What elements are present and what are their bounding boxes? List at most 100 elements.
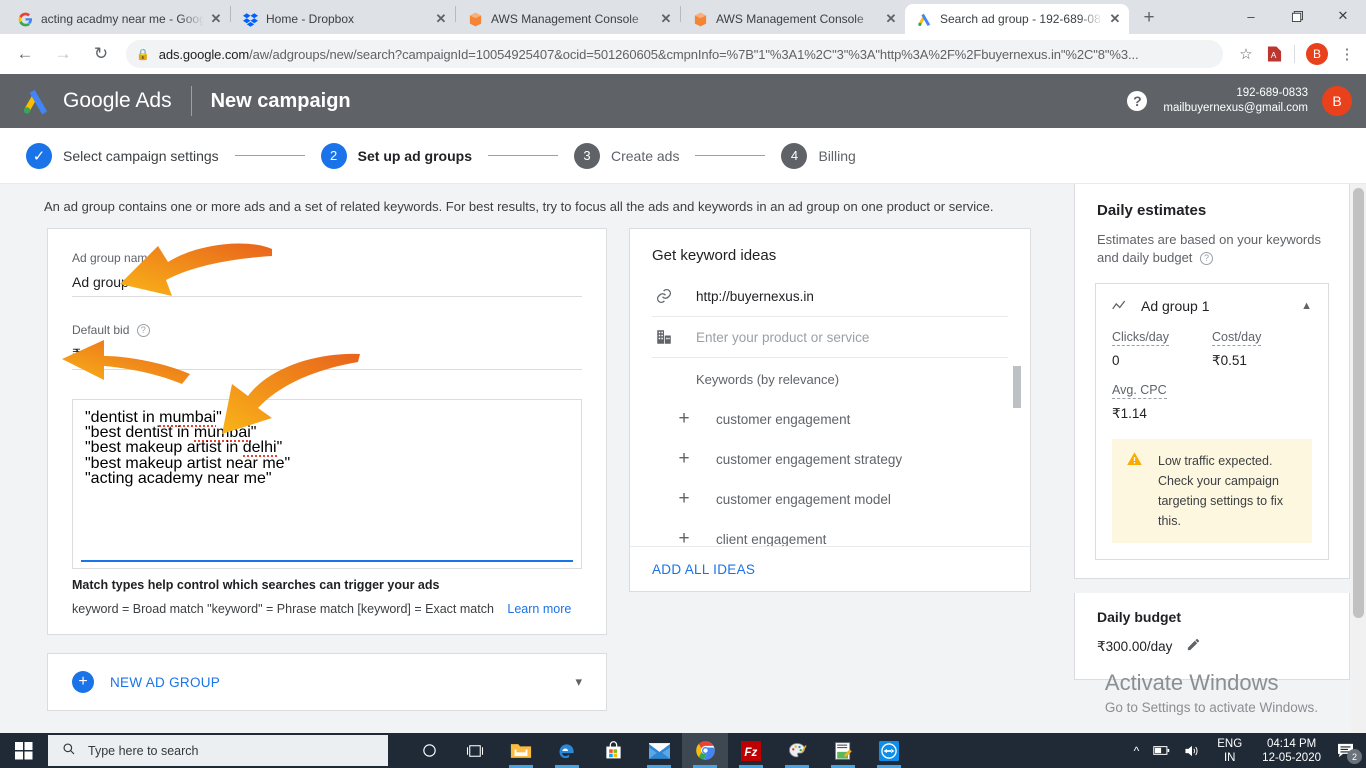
show-hidden-icons-icon[interactable]: ^: [1134, 744, 1140, 758]
windows-taskbar: Type here to search Fz ^ ENG IN 04:14 PM…: [0, 733, 1366, 768]
keyword-line: "dentist in mumbai": [85, 409, 222, 427]
tab-title: Home - Dropbox: [266, 12, 355, 26]
ad-group-name-input[interactable]: Ad group 1: [72, 274, 582, 297]
new-ad-group-button[interactable]: + NEW AD GROUP ▾: [47, 653, 607, 711]
scrollbar-thumb[interactable]: [1353, 188, 1364, 618]
page-scrollbar[interactable]: [1351, 184, 1366, 733]
default-bid-input[interactable]: ₹ 2: [72, 346, 582, 370]
taskbar-icons: Fz: [406, 733, 912, 768]
language-indicator[interactable]: ENG IN: [1217, 737, 1242, 765]
ad-group-name-label: Ad group name: [72, 251, 155, 265]
close-icon[interactable]: ✕: [1107, 11, 1123, 27]
toolbar-separator: [1294, 45, 1295, 63]
plus-icon[interactable]: +: [672, 528, 696, 546]
match-types-description: keyword = Broad match "keyword" = Phrase…: [72, 602, 582, 616]
step-connector: [695, 155, 766, 156]
browser-tab[interactable]: Home - Dropbox ✕: [231, 4, 455, 34]
metric-value: 0: [1112, 353, 1120, 368]
warning-icon: [1126, 451, 1146, 531]
edit-pencil-icon[interactable]: [1186, 637, 1201, 657]
minimize-button[interactable]: –: [1228, 0, 1274, 32]
estimates-group-header[interactable]: Ad group 1 ▲: [1112, 298, 1312, 314]
filezilla-icon[interactable]: Fz: [728, 733, 774, 768]
step-bubble: 3: [573, 142, 600, 169]
tab-title: AWS Management Console: [491, 12, 639, 26]
keyword-ideas-scrollbar[interactable]: [1013, 366, 1021, 409]
browser-tab[interactable]: AWS Management Console ✕: [456, 4, 680, 34]
step-select-campaign-settings[interactable]: ✓ Select campaign settings: [26, 142, 219, 169]
ideas-product-row[interactable]: Enter your product or service: [652, 317, 1008, 359]
list-item[interactable]: + customer engagement: [630, 399, 1030, 439]
maximize-button[interactable]: [1274, 0, 1320, 32]
watermark-line-2: Go to Settings to activate Windows.: [1104, 700, 1318, 715]
notifications-icon[interactable]: 2: [1337, 743, 1362, 764]
close-icon[interactable]: ✕: [883, 11, 899, 27]
page-title: New campaign: [210, 89, 351, 112]
browser-tab[interactable]: AWS Management Console ✕: [681, 4, 905, 34]
chrome-icon[interactable]: [682, 733, 728, 768]
list-item[interactable]: + customer engagement model: [630, 479, 1030, 519]
svg-text:A: A: [1270, 50, 1276, 60]
close-icon[interactable]: ✕: [208, 11, 224, 27]
step-bubble-check-icon: ✓: [26, 142, 52, 169]
plus-icon[interactable]: +: [672, 408, 696, 430]
close-window-button[interactable]: ✕: [1320, 0, 1366, 32]
volume-icon[interactable]: [1184, 744, 1200, 758]
search-input[interactable]: Type here to search: [48, 735, 388, 766]
chevron-down-icon[interactable]: ▾: [575, 674, 582, 690]
learn-more-link[interactable]: Learn more: [507, 602, 571, 616]
list-item[interactable]: + customer engagement strategy: [630, 439, 1030, 479]
profile-avatar[interactable]: B: [1306, 43, 1328, 65]
add-all-ideas-button[interactable]: ADD ALL IDEAS: [652, 562, 755, 577]
estimates-metrics-row-2: Avg. CPC ₹1.14: [1112, 381, 1312, 422]
metric-value: ₹1.14: [1112, 406, 1147, 421]
step-create-ads[interactable]: 3 Create ads: [573, 142, 679, 169]
battery-icon[interactable]: [1153, 745, 1170, 756]
list-item[interactable]: + client engagement: [630, 519, 1030, 546]
keywords-textarea[interactable]: "dentist in mumbai" "best dentist in mum…: [72, 399, 582, 569]
chevron-up-icon[interactable]: ▲: [1301, 300, 1312, 312]
gads-header: Google Ads New campaign ? 192-689-0833 m…: [0, 74, 1366, 128]
mail-icon[interactable]: [636, 733, 682, 768]
avatar[interactable]: B: [1322, 86, 1352, 116]
plus-icon[interactable]: +: [672, 488, 696, 510]
step-label: Billing: [818, 147, 856, 164]
microsoft-store-icon[interactable]: [590, 733, 636, 768]
clock[interactable]: 04:14 PM 12-05-2020: [1262, 737, 1321, 765]
close-icon[interactable]: ✕: [658, 11, 674, 27]
plus-icon[interactable]: +: [672, 448, 696, 470]
teamviewer-icon[interactable]: [866, 733, 912, 768]
ideas-url-row[interactable]: http://buyernexus.in: [652, 276, 1008, 318]
browser-tab-active[interactable]: Search ad group - 192-689-08 ✕: [905, 4, 1129, 34]
pdf-extension-icon[interactable]: A: [1261, 41, 1287, 67]
help-icon[interactable]: ?: [1127, 91, 1148, 111]
daily-budget-card: Daily budget ₹300.00/day: [1074, 593, 1350, 680]
metric-value: ₹0.51: [1212, 353, 1247, 368]
cortana-icon[interactable]: [406, 733, 452, 768]
file-explorer-icon[interactable]: [498, 733, 544, 768]
keyword-line: "best makeup artist near me": [85, 454, 291, 472]
notepad-icon[interactable]: [820, 733, 866, 768]
header-right: ? 192-689-0833 mailbuyernexus@gmail.com …: [1127, 86, 1352, 116]
reload-icon[interactable]: ↻: [87, 40, 115, 68]
help-icon[interactable]: ?: [1200, 251, 1214, 265]
back-icon[interactable]: ←: [11, 40, 39, 68]
tab-title: Search ad group - 192-689-08: [940, 12, 1101, 26]
step-set-up-ad-groups[interactable]: 2 Set up ad groups: [320, 142, 472, 169]
bookmark-star-icon[interactable]: ☆: [1233, 41, 1259, 67]
header-divider: [190, 86, 192, 116]
task-view-icon[interactable]: [452, 733, 498, 768]
address-bar[interactable]: 🔒 ads.google.com/aw/adgroups/new/search?…: [126, 40, 1223, 68]
paint-icon[interactable]: [774, 733, 820, 768]
start-button[interactable]: [0, 733, 48, 768]
edge-icon[interactable]: [544, 733, 590, 768]
step-billing[interactable]: 4 Billing: [781, 142, 856, 169]
help-icon[interactable]: ?: [136, 323, 150, 337]
ideas-product-input[interactable]: Enter your product or service: [696, 330, 869, 345]
chrome-menu-icon[interactable]: ⋮: [1334, 41, 1360, 67]
campaign-stepper: ✓ Select campaign settings 2 Set up ad g…: [0, 128, 1366, 184]
close-icon[interactable]: ✕: [433, 11, 449, 27]
browser-tab[interactable]: acting acadmy near me - Goog ✕: [6, 4, 230, 34]
new-tab-button[interactable]: +: [1135, 4, 1163, 32]
forward-icon[interactable]: →: [49, 40, 77, 68]
